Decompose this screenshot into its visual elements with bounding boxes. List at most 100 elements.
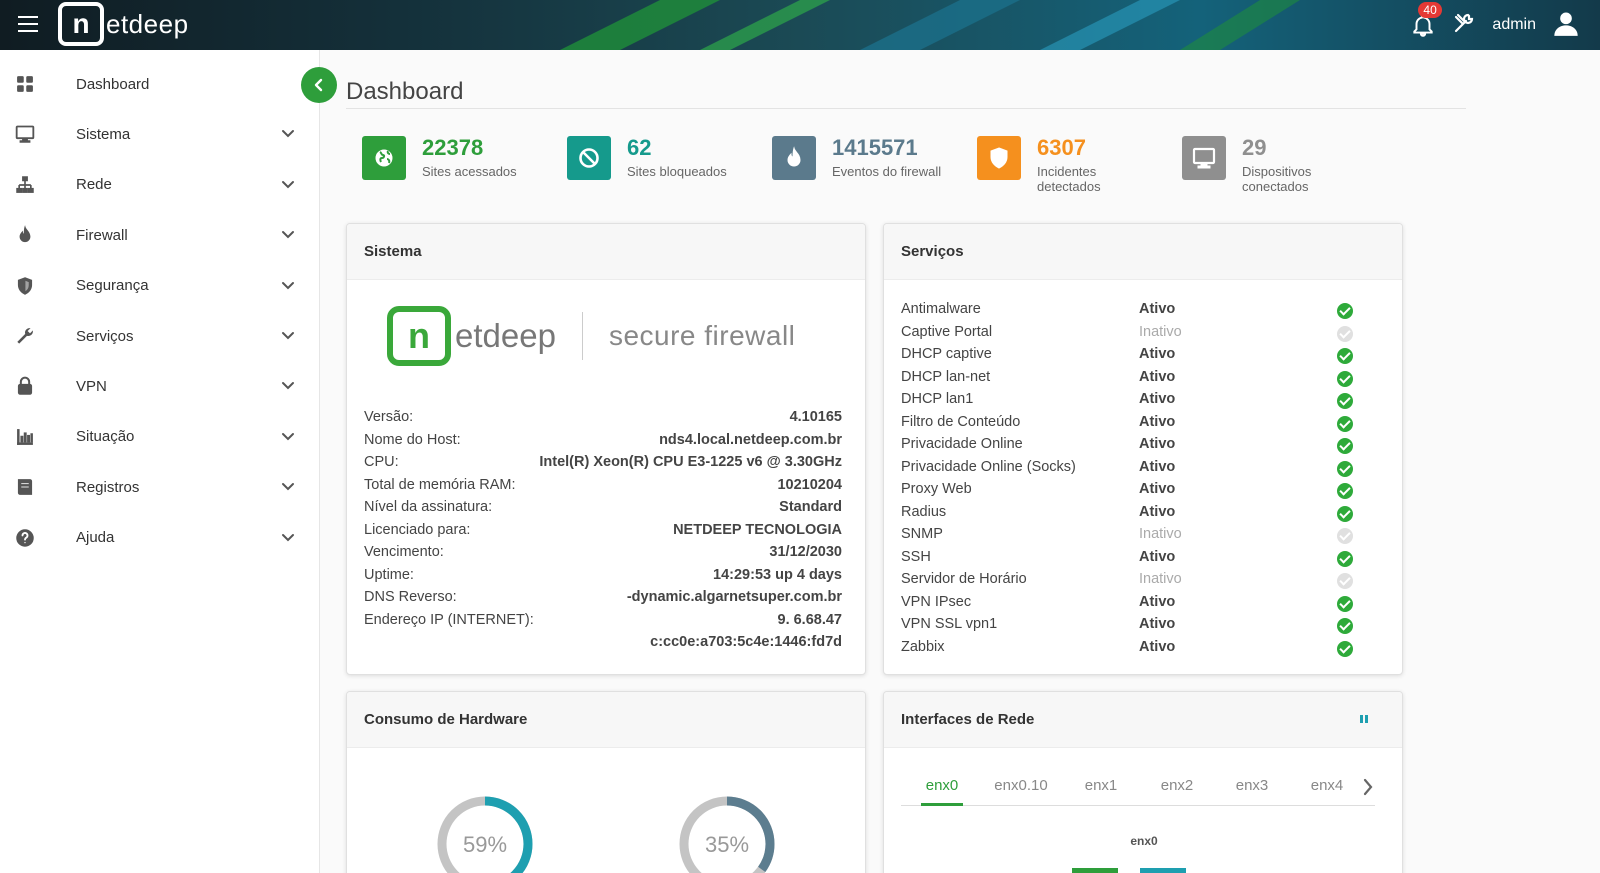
sidebar-item-servicos[interactable]: Serviços xyxy=(0,316,320,356)
chevron-right-icon xyxy=(1363,778,1373,796)
system-info-value: c:cc0e:a703:5c4e:1446:fd7d xyxy=(650,634,842,650)
tabs-scroll-right-button[interactable] xyxy=(1360,776,1376,798)
sidebar-item-ajuda[interactable]: Ajuda xyxy=(0,518,320,558)
service-status: Ativo xyxy=(1139,503,1176,520)
system-info-row: Uptime: 14:29:53 up 4 days xyxy=(364,567,842,589)
stat-tile-2[interactable]: 62 Sites bloqueados xyxy=(567,136,737,180)
wrench-icon xyxy=(17,328,33,344)
sidebar-item-label: Ajuda xyxy=(76,529,115,547)
service-row: Antimalware Ativo xyxy=(901,301,1361,323)
chevron-down-icon xyxy=(282,432,294,441)
service-row: DHCP captive Ativo xyxy=(901,346,1361,368)
service-row: Radius Ativo xyxy=(901,504,1361,526)
service-row: Filtro de Conteúdo Ativo xyxy=(901,414,1361,436)
sidebar-item-label: Sistema xyxy=(76,125,131,143)
network-icon xyxy=(16,176,34,193)
system-info-value: Intel(R) Xeon(R) CPU E3-1225 v6 @ 3.30GH… xyxy=(539,454,842,470)
stat-icon-box xyxy=(567,136,611,180)
service-name: Zabbix xyxy=(901,638,945,655)
service-row: SSH Ativo xyxy=(901,549,1361,571)
service-row: Servidor de Horário Inativo xyxy=(901,571,1361,593)
system-info-key: Nome do Host: xyxy=(364,431,461,448)
sidebar-item-icon xyxy=(14,476,36,498)
status-check-icon xyxy=(1337,505,1353,522)
service-name: Radius xyxy=(901,503,947,520)
system-info-value: 4.10165 xyxy=(789,409,842,425)
system-info-key: Endereço IP (INTERNET): xyxy=(364,611,534,628)
sidebar-item-icon xyxy=(14,325,36,347)
services-card: Serviços Antimalware Ativo Captive Portal I… xyxy=(883,223,1403,675)
system-info-value: nds4.local.netdeep.com.br xyxy=(659,431,842,448)
system-info-row: Nível da assinatura: Standard xyxy=(364,499,842,521)
tools-button[interactable] xyxy=(1452,11,1476,40)
service-name: Servidor de Horário xyxy=(901,571,1027,587)
sidebar-item-dashboard[interactable]: Dashboard xyxy=(0,64,320,104)
tab-enx0[interactable]: enx0 xyxy=(921,774,963,806)
status-check-icon xyxy=(1337,438,1353,454)
sidebar-item-seguranca[interactable]: Segurança xyxy=(0,266,320,306)
status-check-icon xyxy=(1337,348,1353,364)
status-check-icon xyxy=(1337,415,1353,432)
block-icon xyxy=(579,148,599,168)
dashboard-icon xyxy=(17,76,33,92)
system-info-value: 10210204 xyxy=(777,476,842,493)
system-info-value: Standard xyxy=(779,499,842,515)
stat-tile-1[interactable]: 22378 Sites acessados xyxy=(362,136,532,180)
service-row: VPN SSL vpn1 Ativo xyxy=(901,616,1361,638)
stat-label: Dispositivos conectados xyxy=(1242,164,1312,194)
system-info-row: Nome do Host: nds4.local.netdeep.com.br xyxy=(364,432,842,454)
chevron-left-icon xyxy=(314,78,323,92)
stat-value: 29 xyxy=(1242,135,1267,160)
system-info-row: Total de memória RAM: 10210204 xyxy=(364,477,842,499)
menu-icon[interactable] xyxy=(14,12,44,38)
tab-enx0-10[interactable]: enx0.10 xyxy=(993,774,1049,806)
user-name[interactable]: admin xyxy=(1492,16,1536,34)
service-row: VPN IPsec Ativo xyxy=(901,594,1361,616)
brand-logo[interactable]: n etdeep xyxy=(58,1,189,47)
tab-enx2[interactable]: enx2 xyxy=(1159,774,1195,806)
sidebar-item-vpn[interactable]: VPN xyxy=(0,366,320,406)
logo-tagline: secure firewall xyxy=(608,320,796,351)
hardware-card: Consumo de Hardware 59% 35% xyxy=(346,691,866,873)
stat-tile-4[interactable]: 6307 Incidentes detectados xyxy=(977,136,1147,194)
stat-tile-3[interactable]: 1415571 Eventos do firewall xyxy=(772,136,942,180)
service-status: Ativo xyxy=(1139,616,1176,632)
monitor-icon xyxy=(15,125,35,144)
chevron-down-icon xyxy=(282,382,294,390)
sidebar-item-icon xyxy=(14,224,36,246)
status-check-icon xyxy=(1337,573,1353,589)
service-status: Ativo xyxy=(1139,481,1176,497)
stat-tile-5[interactable]: 29 Dispositivos conectados xyxy=(1182,136,1352,194)
system-card: Sistema n etdeep secure firewall Versão:… xyxy=(346,223,866,675)
status-check-icon xyxy=(1337,618,1353,634)
service-name: SSH xyxy=(901,548,931,565)
user-icon xyxy=(1554,12,1578,36)
sidebar-item-icon xyxy=(14,527,36,549)
sidebar-item-rede[interactable]: Rede xyxy=(0,165,320,205)
tab-enx4[interactable]: enx4 xyxy=(1309,774,1345,806)
sidebar-item-situacao[interactable]: Situação xyxy=(0,417,320,457)
user-avatar-button[interactable] xyxy=(1552,9,1580,42)
sidebar-item-firewall[interactable]: Firewall xyxy=(0,215,320,255)
notifications-button[interactable]: 40 xyxy=(1410,2,1442,38)
stat-label: Sites bloqueados xyxy=(627,164,727,179)
sidebar-item-icon xyxy=(14,174,36,196)
service-status: Inativo xyxy=(1139,323,1182,340)
tab-enx1[interactable]: enx1 xyxy=(1083,774,1119,806)
system-info-value: -dynamic.algarnetsuper.com.br xyxy=(626,589,842,605)
service-name: Privacidade Online (Socks) xyxy=(901,458,1076,475)
sidebar-item-registros[interactable]: Registros xyxy=(0,467,320,507)
service-status: Inativo xyxy=(1139,571,1182,587)
tab-enx3[interactable]: enx3 xyxy=(1234,774,1270,806)
status-check-icon xyxy=(1337,303,1353,319)
service-row: Privacidade Online Ativo xyxy=(901,436,1361,458)
netdeep-logo-mark: n xyxy=(387,306,451,366)
fire-icon xyxy=(19,225,31,243)
gauge-label: 59% xyxy=(463,832,507,857)
system-info-key: Versão: xyxy=(364,409,414,425)
service-name: Privacidade Online xyxy=(901,436,1023,452)
pause-button[interactable] xyxy=(1357,712,1371,726)
sidebar-item-sistema[interactable]: Sistema xyxy=(0,114,320,154)
collapse-sidebar-button[interactable] xyxy=(301,67,337,103)
tools-icon xyxy=(1455,13,1474,32)
